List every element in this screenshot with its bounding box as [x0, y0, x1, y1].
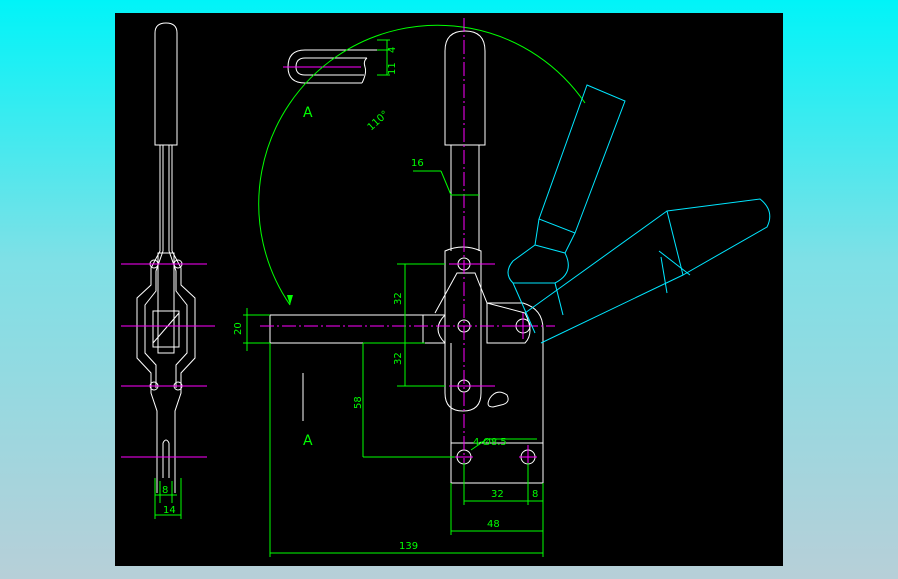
- dim-height-58: 58: [353, 396, 364, 409]
- dim-overall-139: 139: [399, 541, 418, 552]
- dim-base-32: 32: [491, 489, 504, 500]
- dim-side-14: 14: [163, 505, 176, 516]
- dim-rod-16: 16: [411, 158, 424, 169]
- dim-pitch-32-lower: 32: [393, 352, 404, 365]
- dim-pitch-32-upper: 32: [393, 292, 404, 305]
- cad-drawing-canvas: 8 14 4 11 A 110° 16 20 32 32 58 A 4-Ø8.5…: [115, 13, 783, 566]
- section-label-a-top: A: [303, 105, 313, 121]
- dim-side-8: 8: [162, 485, 168, 496]
- front-view: [260, 18, 555, 493]
- section-label-a-bottom: A: [303, 433, 313, 449]
- toggle-clamp-drawing: 8 14 4 11 A 110° 16 20 32 32 58 A 4-Ø8.5…: [121, 18, 771, 557]
- dim-holes: 4-Ø8.5: [473, 436, 507, 448]
- dim-base-48: 48: [487, 519, 500, 530]
- dim-bar-20: 20: [233, 322, 244, 335]
- dim-angle-110: 110°: [366, 109, 391, 133]
- slot-detail: [283, 39, 390, 84]
- side-view: [121, 22, 215, 519]
- dim-slot-11: 11: [387, 62, 398, 75]
- dim-slot-4: 4: [387, 47, 398, 53]
- dim-base-8: 8: [532, 489, 538, 500]
- alt-positions: [507, 84, 771, 344]
